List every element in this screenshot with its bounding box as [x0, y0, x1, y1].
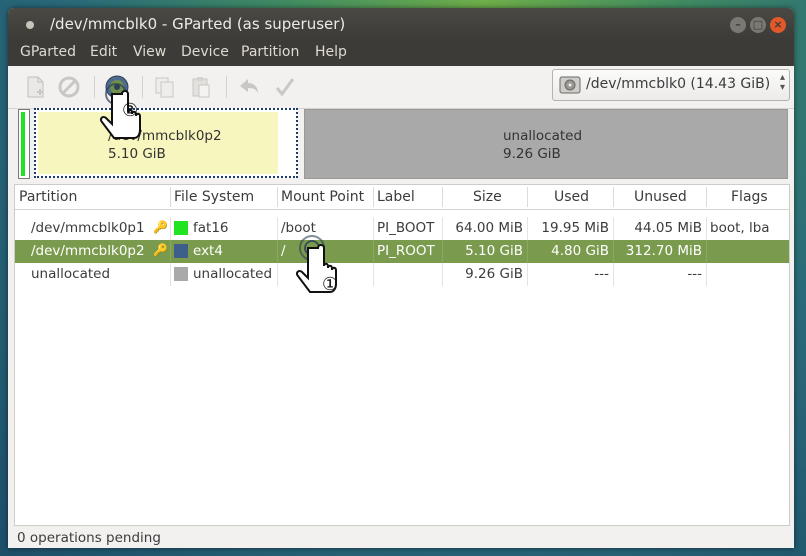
step1-label: ①: [322, 274, 339, 295]
menu-gparted[interactable]: GParted: [20, 44, 76, 60]
col-size[interactable]: Size: [473, 189, 502, 205]
fs-color-swatch: [174, 244, 188, 258]
table-row-selected[interactable]: /dev/mmcblk0p2 🔑 ext4 / PI_ROOT 5.10 GiB…: [15, 240, 789, 263]
cell-unused: 44.05 MiB: [634, 220, 702, 236]
delete-icon[interactable]: [56, 74, 82, 100]
fs-color-swatch: [174, 221, 188, 235]
cell-partition: unallocated: [31, 266, 111, 282]
table-row[interactable]: unallocated unallocated 9.26 GiB --- ---: [15, 263, 789, 286]
step2-label: ②: [122, 100, 139, 121]
key-icon: 🔑: [153, 243, 168, 257]
cell-size: 5.10 GiB: [465, 243, 523, 259]
cell-partition: /dev/mmcblk0p2: [31, 243, 145, 259]
undo-icon[interactable]: [236, 74, 262, 100]
cell-used: 4.80 GiB: [551, 243, 609, 259]
cell-filesystem: ext4: [193, 243, 223, 259]
col-partition[interactable]: Partition: [19, 189, 77, 205]
col-mountpoint[interactable]: Mount Point: [281, 189, 364, 205]
partition-map-p2[interactable]: /dev/mmcblk0p2 5.10 GiB: [34, 108, 298, 178]
cell-used: 19.95 MiB: [541, 220, 609, 236]
apply-icon[interactable]: [272, 74, 298, 100]
fs-color-swatch: [174, 267, 188, 281]
menu-edit[interactable]: Edit: [90, 44, 117, 60]
map-unallocated-size: 9.26 GiB: [503, 146, 561, 162]
window-title: /dev/mmcblk0 - GParted (as superuser): [50, 15, 346, 33]
menu-partition[interactable]: Partition: [241, 44, 299, 60]
menu-bar: GParted Edit View Device Partition Help: [8, 40, 794, 66]
cell-label: PI_ROOT: [377, 243, 435, 259]
paste-icon[interactable]: [188, 74, 214, 100]
minimize-icon[interactable]: –: [730, 17, 746, 33]
close-icon[interactable]: ×: [770, 17, 786, 33]
maximize-icon[interactable]: □: [750, 17, 766, 33]
title-bar: /dev/mmcblk0 - GParted (as superuser) – …: [8, 8, 794, 40]
menu-view[interactable]: View: [133, 44, 166, 60]
col-used[interactable]: Used: [554, 189, 589, 205]
cell-filesystem: fat16: [193, 220, 229, 236]
hard-disk-icon: [559, 76, 581, 94]
hand-cursor-step2: ②: [99, 82, 156, 152]
cell-used: ---: [594, 266, 609, 282]
cell-size: 9.26 GiB: [465, 266, 523, 282]
key-icon: 🔑: [153, 220, 168, 234]
cell-unused: ---: [687, 266, 702, 282]
status-text: 0 operations pending: [17, 530, 161, 546]
partition-map-p1[interactable]: [18, 109, 30, 179]
cell-unused: 312.70 MiB: [625, 243, 702, 259]
cell-mountpoint: /: [281, 243, 286, 259]
new-partition-icon[interactable]: [22, 74, 48, 100]
map-unallocated-name: unallocated: [503, 128, 583, 144]
menu-help[interactable]: Help: [315, 44, 347, 60]
cell-flags: boot, lba: [710, 220, 770, 236]
partition-table: Partition File System Mount Point Label …: [14, 184, 790, 526]
table-row[interactable]: /dev/mmcblk0p1 🔑 fat16 /boot PI_BOOT 64.…: [15, 217, 789, 240]
cell-size: 64.00 MiB: [455, 220, 523, 236]
partition-map-unallocated[interactable]: unallocated 9.26 GiB: [304, 109, 788, 179]
hand-cursor-step1: ①: [295, 234, 352, 304]
col-flags[interactable]: Flags: [731, 189, 768, 205]
cell-label: PI_BOOT: [377, 220, 435, 236]
cell-partition: /dev/mmcblk0p1: [31, 220, 145, 236]
status-bar: 0 operations pending: [8, 526, 794, 548]
device-selector[interactable]: /dev/mmcblk0 (14.43 GiB) ▴ ▾: [552, 69, 790, 101]
updown-arrow-icon: ▴ ▾: [779, 72, 785, 93]
menu-device[interactable]: Device: [181, 44, 229, 60]
col-unused[interactable]: Unused: [634, 189, 687, 205]
col-filesystem[interactable]: File System: [174, 189, 254, 205]
device-selector-value: /dev/mmcblk0 (14.43 GiB): [586, 76, 771, 92]
app-icon: [26, 21, 34, 29]
col-label[interactable]: Label: [377, 189, 415, 205]
cell-filesystem: unallocated: [193, 266, 273, 282]
table-header: Partition File System Mount Point Label …: [15, 185, 789, 210]
gparted-window: /dev/mmcblk0 - GParted (as superuser) – …: [8, 8, 794, 548]
